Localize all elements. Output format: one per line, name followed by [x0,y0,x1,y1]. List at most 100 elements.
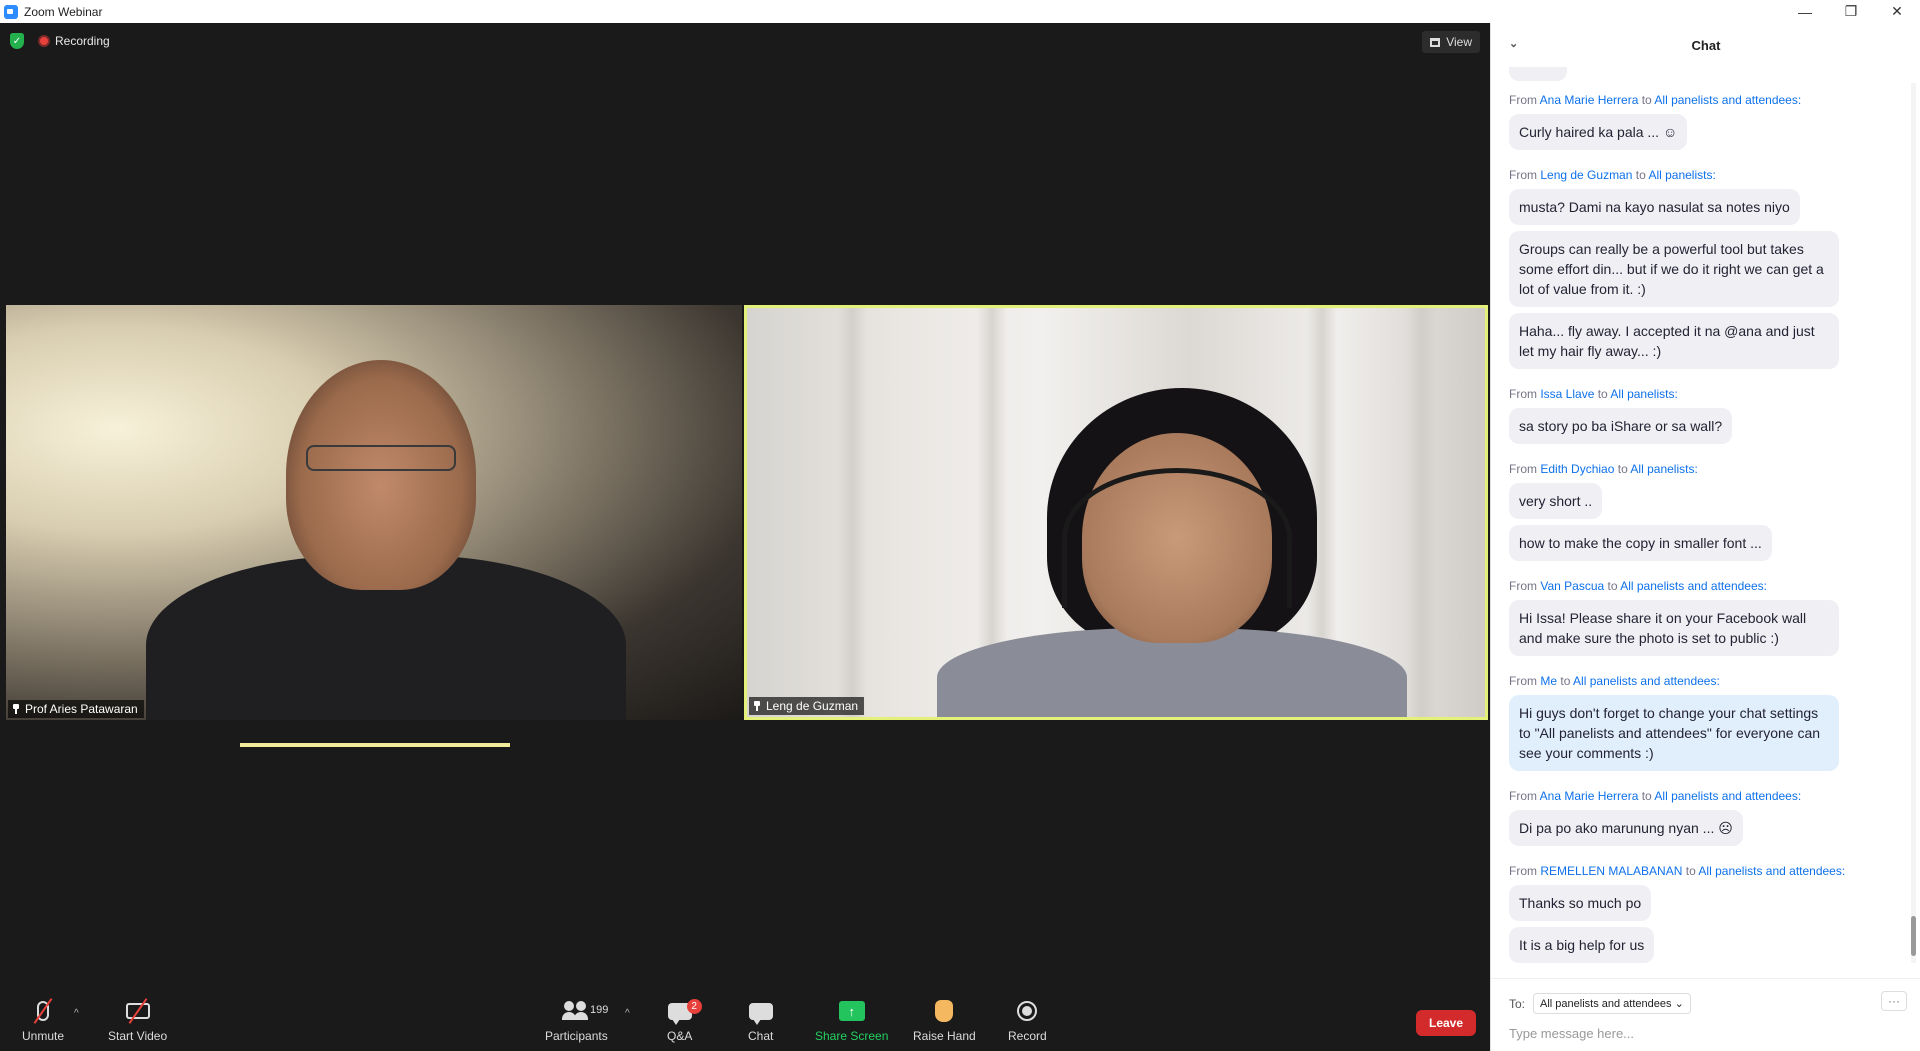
leave-button[interactable]: Leave [1416,1010,1476,1036]
chat-scroll-thumb[interactable] [1911,916,1916,956]
participant-count: 199 [590,1004,609,1016]
participant-glasses [306,445,456,471]
recipient-name[interactable]: All panelists: [1630,462,1697,476]
recording-dot-icon [38,35,50,47]
sender-name[interactable]: Ana Marie Herrera [1540,789,1639,803]
recipient-name[interactable]: All panelists: [1610,387,1677,401]
chat-message[interactable]: Di pa po ako marunung nyan ... ☹ [1509,810,1743,846]
more-options-button[interactable]: ··· [1881,991,1907,1011]
message-sender-line: From Issa Llave to All panelists: [1509,387,1920,401]
chat-message-group: From Issa Llave to All panelists: sa stor… [1509,387,1920,450]
from-prefix: From [1509,168,1537,182]
sender-name[interactable]: Van Pascua [1540,579,1604,593]
encryption-shield-icon[interactable]: ✓ [10,33,24,49]
chat-message[interactable]: Hi Issa! Please share it on your Faceboo… [1509,600,1839,656]
pin-icon [12,704,20,714]
participants-label: Participants [545,1029,608,1043]
to-word: to [1635,168,1646,182]
chat-message[interactable]: Haha... fly away. I accepted it na @ana … [1509,313,1839,369]
recipient-name[interactable]: All panelists and attendees: [1573,674,1720,688]
chat-message[interactable]: Groups can really be a powerful tool but… [1509,231,1839,307]
to-word: to [1560,674,1571,688]
raise-hand-label: Raise Hand [913,1029,976,1043]
curtain-fold [837,308,867,717]
recipient-name[interactable]: All panelists and attendees: [1698,864,1845,878]
from-prefix: From [1509,462,1537,476]
participant-head [286,360,476,590]
sender-name[interactable]: Me [1540,674,1557,688]
chat-panel: ⌄ Chat From Ana Marie Herrera to All pan… [1490,23,1920,1051]
video-tile-prof-aries[interactable]: Prof Aries Patawaran [6,305,742,720]
sender-name[interactable]: Issa Llave [1540,387,1594,401]
participant-name-tag: Leng de Guzman [749,697,865,715]
video-tile-leng-de-guzman[interactable]: Leng de Guzman [744,305,1488,720]
chat-message[interactable]: Hi guys don't forget to change your chat… [1509,695,1839,771]
record-button[interactable]: Record [1008,998,1047,1043]
chat-scrollbar[interactable] [1911,83,1916,963]
sender-name[interactable]: Edith Dychiao [1540,462,1614,476]
chat-message-group: From Me to All panelists and attendees: H… [1509,674,1920,777]
record-icon [1017,1001,1038,1021]
chat-message[interactable]: musta? Dami na kayo nasulat sa notes niy… [1509,189,1800,225]
recipient-name[interactable]: All panelists and attendees: [1620,579,1767,593]
chat-message[interactable]: sa story po ba iShare or sa wall? [1509,408,1733,444]
from-prefix: From [1509,864,1537,878]
unmute-button[interactable]: Unmute [22,998,64,1043]
chevron-down-icon[interactable]: ⌄ [1509,37,1518,50]
chat-icon [748,1002,773,1025]
participants-icon [562,1001,590,1021]
to-word: to [1641,93,1652,107]
participants-options-caret[interactable]: ^ [625,1008,630,1019]
message-input[interactable] [1509,1023,1899,1043]
participant-name: Prof Aries Patawaran [25,702,138,716]
chat-title: Chat [1691,37,1721,53]
chat-message[interactable]: very short .. [1509,483,1603,519]
chat-message[interactable]: Thanks so much po [1509,885,1652,921]
recording-label: Recording [55,34,110,48]
message-sender-line: From REMELLEN MALABANAN to All panelists… [1509,864,1920,878]
sender-name[interactable]: Leng de Guzman [1540,168,1632,182]
unmute-label: Unmute [22,1029,65,1043]
close-button[interactable]: ✕ [1874,0,1920,23]
meeting-status: ✓ Recording [10,33,110,49]
chat-footer: To: All panelists and attendees ⌄ ··· [1491,978,1920,1051]
qa-button[interactable]: 2 Q&A [667,998,702,1043]
chat-message[interactable]: Curly haired ka pala ... ☺ [1509,114,1688,150]
recipient-select[interactable]: All panelists and attendees ⌄ [1533,993,1691,1014]
from-prefix: From [1509,93,1537,107]
participant-name: Leng de Guzman [766,699,859,713]
audio-options-caret[interactable]: ^ [74,1008,79,1019]
recipient-name[interactable]: All panelists and attendees: [1654,93,1801,107]
share-screen-button[interactable]: ↑ Share Screen [815,998,888,1043]
start-video-button[interactable]: Start Video [108,998,167,1043]
window-title: Zoom Webinar [24,4,103,19]
chat-message-group: From Van Pascua to All panelists and att… [1509,579,1920,662]
chat-message-group: From REMELLEN MALABANAN to All panelists… [1509,864,1920,969]
recipient-name[interactable]: All panelists and attendees: [1654,789,1801,803]
start-video-label: Start Video [108,1029,168,1043]
share-screen-label: Share Screen [815,1029,889,1043]
chat-message-group: From Edith Dychiao to All panelists: very… [1509,462,1920,567]
minimize-button[interactable]: — [1782,0,1828,23]
to-word: to [1597,387,1608,401]
to-word: to [1685,864,1696,878]
recipient-name[interactable]: All panelists: [1648,168,1715,182]
sender-name[interactable]: Ana Marie Herrera [1540,93,1639,107]
chat-message[interactable]: how to make the copy in smaller font ... [1509,525,1772,561]
message-sender-line: From Leng de Guzman to All panelists: [1509,168,1920,182]
from-prefix: From [1509,789,1537,803]
to-word: to [1617,462,1628,476]
chat-messages[interactable]: From Ana Marie Herrera to All panelists … [1491,67,1920,977]
restore-button[interactable]: ❐ [1828,0,1874,23]
window-controls: — ❐ ✕ [1782,0,1920,23]
grid-view-icon [1430,37,1441,47]
view-button[interactable]: View [1422,31,1480,53]
message-sender-line: From Ana Marie Herrera to All panelists … [1509,789,1920,803]
chat-button[interactable]: Chat [748,998,773,1043]
raise-hand-button[interactable]: Raise Hand [913,998,976,1043]
recipient-value: All panelists and attendees [1540,998,1672,1010]
sender-name[interactable]: REMELLEN MALABANAN [1540,864,1682,878]
recording-indicator[interactable]: Recording [38,34,110,48]
chat-message[interactable]: It is a big help for us [1509,927,1655,963]
message-sender-line: From Ana Marie Herrera to All panelists … [1509,93,1920,107]
